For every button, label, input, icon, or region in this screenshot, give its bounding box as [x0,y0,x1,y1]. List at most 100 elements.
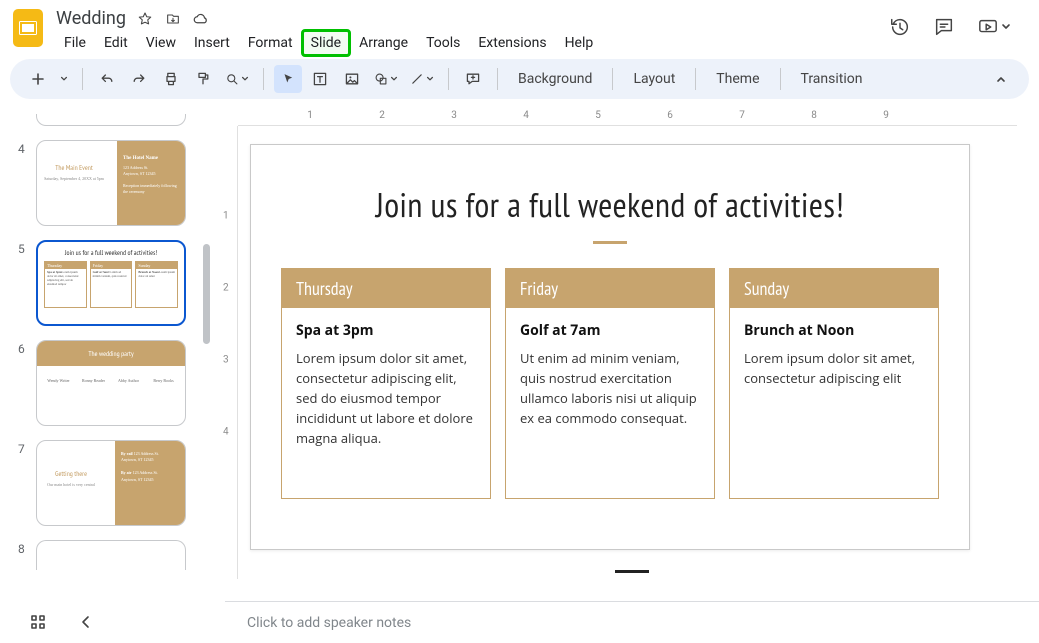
menu-view[interactable]: View [138,31,184,55]
ruler-h-tick: 4 [523,110,529,121]
ruler-h-tick: 1 [307,110,313,121]
redo-button[interactable] [125,65,153,93]
menu-slide[interactable]: Slide [303,31,349,55]
speaker-notes[interactable]: Click to add speaker notes [225,601,1039,643]
thumb-slide-8[interactable] [36,540,186,570]
transition-button[interactable]: Transition [791,65,873,93]
shape-button[interactable] [370,65,402,93]
ruler-v-tick: 4 [223,427,229,438]
move-icon[interactable] [164,10,182,28]
menu-file[interactable]: File [56,31,94,55]
menu-format[interactable]: Format [240,31,301,55]
thumb6-p1: Ronny Reader [79,378,109,383]
card-body[interactable]: Lorem ipsum dolor sit amet, consectetur … [744,349,915,387]
speaker-notes-placeholder: Click to add speaker notes [247,615,411,631]
paint-format-button[interactable] [189,65,217,93]
card-headline[interactable]: Spa at 3pm [296,320,476,342]
menu-extensions[interactable]: Extensions [470,31,554,55]
notes-grab-handle[interactable] [615,570,649,573]
collapse-toolbar-button[interactable] [987,65,1015,93]
ruler-h-tick: 5 [595,110,601,121]
card-header[interactable]: Friday [506,269,714,308]
layout-button[interactable]: Layout [623,65,685,93]
slide-canvas[interactable]: Join us for a full weekend of activities… [250,144,970,550]
thumb5-title: Join us for a full weekend of activities… [38,248,184,257]
new-slide-dropdown[interactable] [56,65,72,93]
background-button[interactable]: Background [508,65,602,93]
thumb7-h2: By air [121,470,132,475]
thumb6-p0: Wendy Writer [44,378,74,383]
textbox-button[interactable] [306,65,334,93]
zoom-button[interactable] [221,65,253,93]
image-button[interactable] [338,65,366,93]
comment-button[interactable] [459,65,487,93]
thumb5-col0-h: Thursday [45,262,86,269]
thumb4-addr2: Anytown, ST 12345 [123,171,155,176]
thumb-slide-6[interactable]: The wedding party Wendy Writer Ronny Rea… [36,340,186,426]
card-body[interactable]: Lorem ipsum dolor sit amet, consectetur … [296,349,473,448]
slide-editor[interactable]: 1 2 3 4 5 6 7 8 9 1 2 3 4 Join us for a … [210,108,1039,599]
thumb6-p2: Abby Author [114,378,144,383]
ruler-v-tick: 3 [223,355,229,366]
card-header[interactable]: Sunday [730,269,938,308]
print-button[interactable] [157,65,185,93]
thumb-number: 7 [18,440,28,456]
cloud-status-icon[interactable] [192,10,210,28]
ruler-horizontal: 1 2 3 4 5 6 7 8 9 [238,108,1017,126]
menu-arrange[interactable]: Arrange [351,31,416,55]
comments-icon[interactable] [933,16,955,38]
thumb7-a1: 123 Address St. [134,451,159,456]
thumb7-sub: Our main hotel is very central [43,482,99,487]
filmstrip-scrollbar[interactable] [203,244,210,344]
ruler-h-tick: 8 [811,110,817,121]
slide-title[interactable]: Join us for a full weekend of activities… [251,183,969,227]
thumb-number: 6 [18,340,28,356]
prev-slide-button[interactable] [76,612,96,632]
thumb7-a3: 123 Address St. [133,470,158,475]
ruler-vertical: 1 2 3 4 [220,126,238,579]
ruler-v-tick: 1 [223,211,229,222]
thumb-number: 8 [18,540,28,556]
star-icon[interactable] [136,10,154,28]
thumb-slide-5[interactable]: Join us for a full weekend of activities… [36,240,186,326]
select-tool-button[interactable] [274,65,302,93]
thumb6-p3: Berry Books [149,378,179,383]
menu-tools[interactable]: Tools [418,31,468,55]
thumb-slide-4[interactable]: The Main Event Saturday, September 4, 20… [36,140,186,226]
thumb7-h1: By rail [121,451,133,456]
slides-logo[interactable] [10,10,46,46]
card-friday[interactable]: Friday Golf at 7am Ut enim ad minim veni… [505,268,715,499]
thumb4-addr1: 123 Address St. [123,165,148,170]
card-thursday[interactable]: Thursday Spa at 3pm Lorem ipsum dolor si… [281,268,491,499]
doc-title[interactable]: Wedding [56,8,126,29]
filmstrip[interactable]: 4 The Main Event Saturday, September 4, … [0,108,210,599]
thumb4-blurb: Reception immediately following the cere… [123,183,177,194]
history-icon[interactable] [889,16,911,38]
thumb5-col2-h: Sunday [136,262,177,269]
theme-button[interactable]: Theme [706,65,769,93]
thumb-number: 5 [18,240,28,256]
menu-edit[interactable]: Edit [96,31,136,55]
new-slide-button[interactable] [24,65,52,93]
thumb7-a2: Anytown, ST 12345 [121,457,153,462]
ruler-h-tick: 6 [667,110,673,121]
ruler-h-tick: 2 [379,110,385,121]
thumb5-col1-h: Friday [91,262,132,269]
thumb-number: 4 [18,140,28,156]
card-headline[interactable]: Golf at 7am [520,320,700,342]
card-body[interactable]: Ut enim ad minim veniam, quis nostrud ex… [520,349,697,427]
card-sunday[interactable]: Sunday Brunch at Noon Lorem ipsum dolor … [729,268,939,499]
thumb4-hotel: The Hotel Name [123,155,179,163]
menu-help[interactable]: Help [557,31,602,55]
thumb7-a4: Anytown, ST 12345 [121,477,153,482]
thumb6-title: The wedding party [37,341,185,366]
menu-insert[interactable]: Insert [186,31,238,55]
thumb-slide-7[interactable]: Getting there Our main hotel is very cen… [36,440,186,526]
line-button[interactable] [406,65,438,93]
present-icon[interactable] [977,16,1011,38]
card-headline[interactable]: Brunch at Noon [744,320,924,342]
toolbar: Background Layout Theme Transition [10,59,1029,99]
card-header[interactable]: Thursday [282,269,490,308]
undo-button[interactable] [93,65,121,93]
grid-view-button[interactable] [28,612,48,632]
